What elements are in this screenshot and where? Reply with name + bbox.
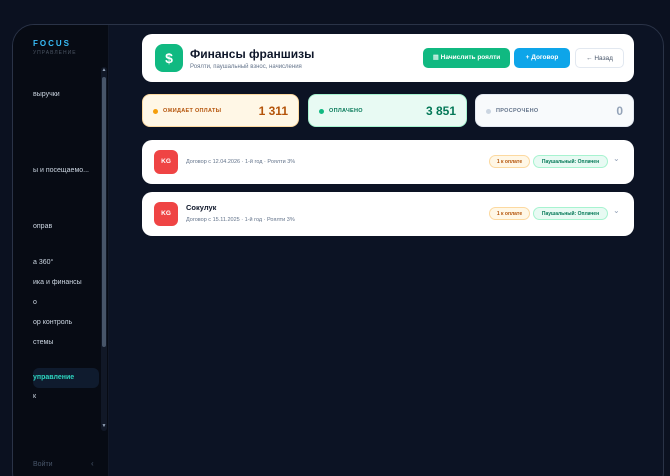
add-contract-button[interactable]: + Договор [514, 48, 570, 68]
brand-title: FOCUS [33, 39, 71, 48]
sidebar-item-analytics-finance[interactable]: ика и финансы [33, 279, 105, 286]
status-dot-icon [319, 109, 324, 114]
sidebar-scrollbar[interactable]: ▲ ▼ [101, 67, 107, 431]
page-header: $ Финансы франшизы Роялти, паушальный вз… [142, 34, 634, 82]
sidebar-item-control[interactable]: ор контроль [33, 319, 105, 326]
sidebar-item-reports[interactable]: оправ [33, 223, 105, 230]
brand-subtitle: УПРАВЛЕНИЕ [33, 50, 77, 56]
status-dot-icon [486, 109, 491, 114]
page-title: Финансы франшизы [190, 47, 315, 61]
sidebar-item-revenue[interactable]: выручки [33, 91, 105, 98]
stat-paid-value: 3 851 [425, 104, 456, 118]
sidebar-item-360[interactable]: а 360° [33, 259, 105, 266]
stat-overdue-value: 0 [616, 104, 623, 118]
country-flag-icon: KG [154, 150, 178, 174]
stat-overdue: ПРОСРОЧЕНО 0 [475, 94, 634, 127]
chevron-down-icon[interactable]: ⌄ [613, 206, 620, 215]
sidebar-item-attendance[interactable]: ы и посещаемо... [33, 167, 105, 174]
back-label: Назад [594, 55, 613, 62]
stat-paid: ОПЛАЧЕНО 3 851 [308, 94, 467, 127]
charge-royalty-button[interactable]: ▦ Начислить роялти [423, 48, 510, 68]
contract-row[interactable]: KG Сокулук Договор с 15.11.2025 · 1-й го… [142, 192, 634, 236]
back-button[interactable]: ← Назад [575, 48, 624, 68]
country-flag-icon: KG [154, 202, 178, 226]
logout-link[interactable]: Войти [33, 461, 53, 468]
dollar-icon: $ [155, 44, 183, 72]
sidebar: FOCUS УПРАВЛЕНИЕ выручки ы и посещаемо..… [13, 25, 109, 476]
status-badge-lump-sum: Паушальный: Оплачен [533, 207, 608, 220]
contract-row[interactable]: KG Договор с 12.04.2026 · 1-й год · Роял… [142, 140, 634, 184]
stat-pending: ОЖИДАЕТ ОПЛАТЫ 1 311 [142, 94, 299, 127]
stat-overdue-label: ПРОСРОЧЕНО [496, 108, 539, 114]
contract-name: Сокулук [186, 203, 217, 212]
status-badge-payment: 1 к оплате [489, 207, 530, 220]
stat-pending-label: ОЖИДАЕТ ОПЛАТЫ [163, 108, 222, 114]
stat-paid-label: ОПЛАЧЕНО [329, 108, 363, 114]
add-contract-label: Договор [531, 54, 559, 61]
scroll-down-arrow-icon[interactable]: ▼ [101, 423, 107, 431]
status-dot-icon [153, 109, 158, 114]
brand: FOCUS УПРАВЛЕНИЕ [33, 39, 77, 56]
stat-pending-value: 1 311 [258, 104, 288, 118]
page-subtitle: Роялти, паушальный взнос, начисления [190, 64, 302, 70]
collapse-sidebar-icon[interactable]: ‹ [91, 459, 94, 468]
sidebar-item-more[interactable]: к [33, 393, 105, 400]
charge-royalty-label: Начислить роялти [440, 54, 501, 61]
app-window: FOCUS УПРАВЛЕНИЕ выручки ы и посещаемо..… [12, 24, 664, 476]
sidebar-item-management[interactable]: управление [33, 368, 99, 388]
status-badge-lump-sum: Паушальный: Оплачен [533, 155, 608, 168]
sidebar-item-misc[interactable]: о [33, 299, 105, 306]
scroll-thumb[interactable] [102, 77, 106, 347]
sidebar-item-systems[interactable]: стемы [33, 339, 105, 346]
chevron-down-icon[interactable]: ⌄ [613, 154, 620, 163]
contract-meta: Договор с 12.04.2026 · 1-й год · Роялти … [186, 159, 296, 165]
calendar-icon: ▦ [432, 54, 441, 61]
scroll-up-arrow-icon[interactable]: ▲ [101, 67, 107, 75]
contract-meta: Договор с 15.11.2025 · 1-й год · Роялти … [186, 217, 295, 223]
status-badge-payment: 1 к оплате [489, 155, 530, 168]
